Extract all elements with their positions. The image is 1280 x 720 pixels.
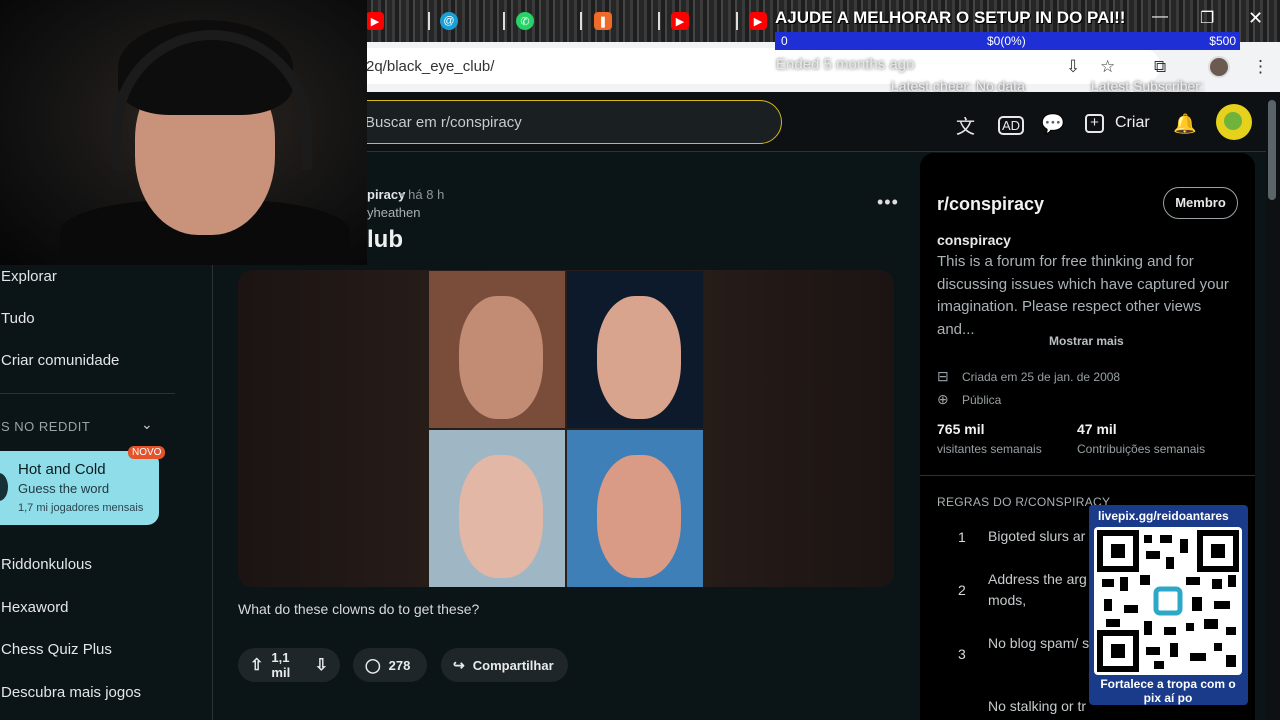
new-badge: NOVO	[128, 446, 166, 459]
sidebar-game-hexaword[interactable]: Hexaword	[1, 599, 69, 616]
vote-count: 1,1 mil	[271, 650, 291, 680]
vote-bar: ⇧ 1,1 mil ⇩	[238, 648, 340, 682]
sidebar-game-riddonkulous[interactable]: Riddonkulous	[1, 556, 92, 573]
bookmark-star-icon[interactable]: ☆	[1100, 57, 1115, 77]
extensions-icon[interactable]: ⧉	[1154, 57, 1166, 77]
tab-separator	[503, 12, 505, 30]
weekly-contributions: 47 mil	[1077, 421, 1117, 437]
sidebar-discover-games[interactable]: Descubra mais jogos	[1, 684, 141, 701]
created-date: Criada em 25 de jan. de 2008	[962, 370, 1121, 384]
featured-game-players: 1,7 mi jogadores mensais	[18, 502, 144, 514]
overlay-title: AJUDE A MELHORAR O SETUP IN DO PAI!!	[775, 8, 1126, 27]
face-shape	[458, 455, 544, 578]
rule-number: 2	[958, 582, 966, 598]
youtube-icon[interactable]: ▶	[366, 12, 384, 30]
overlay-latest-cheer: Latest cheer: No data	[891, 78, 1025, 94]
visibility: Pública	[962, 393, 1002, 407]
tab-separator	[658, 12, 660, 30]
user-avatar[interactable]	[1216, 104, 1252, 140]
comment-count: 278	[388, 657, 411, 673]
search-placeholder: Buscar em r/conspiracy	[365, 114, 522, 131]
overlay-latest-subscriber: Latest Subscriber:	[1091, 78, 1204, 94]
translate-icon[interactable]: 文	[956, 112, 975, 139]
chat-icon[interactable]: 💬	[1041, 112, 1065, 136]
maximize-icon[interactable]: ❐	[1200, 8, 1214, 28]
browser-profile-avatar[interactable]	[1208, 56, 1230, 78]
whatsapp-icon[interactable]: ✆	[516, 12, 534, 30]
comment-icon: ◯	[365, 656, 381, 673]
browser-menu-icon[interactable]: ⋮	[1252, 57, 1269, 77]
post-body: What do these clowns do to get these?	[238, 601, 480, 617]
minimize-icon[interactable]: —	[1152, 8, 1168, 26]
url-text: 2q/black_eye_club/	[366, 58, 495, 75]
member-button[interactable]: Membro	[1163, 187, 1238, 219]
tab-separator	[580, 12, 582, 30]
tab-separator	[736, 12, 738, 30]
more-options-icon[interactable]: •••	[877, 192, 899, 213]
share-icon: ↪	[453, 656, 465, 673]
sidebar-item-tudo[interactable]: Tudo	[1, 310, 35, 327]
tab-separator	[428, 12, 430, 30]
weekly-visitors-label: visitantes semanais	[937, 442, 1042, 456]
goal-progress-bar: 0 $0(0%) $500	[775, 32, 1240, 50]
sidebar-game-chess-quiz-plus[interactable]: Chess Quiz Plus	[1, 641, 112, 658]
featured-game-title: Hot and Cold	[18, 461, 106, 478]
at-icon[interactable]: @	[440, 12, 458, 30]
sidebar-divider	[0, 393, 175, 394]
rule-number: 1	[958, 529, 966, 545]
image-tile	[429, 430, 565, 587]
comments-button[interactable]: ◯ 278	[353, 648, 427, 682]
create-button[interactable]: Criar	[1115, 114, 1150, 132]
post-author[interactable]: yheathen	[367, 205, 421, 220]
featured-game-subtitle: Guess the word	[18, 481, 110, 496]
overlay-ended: Ended 5 months ago	[776, 56, 915, 73]
sidebar-item-criar-comunidade[interactable]: Criar comunidade	[1, 352, 119, 369]
cake-icon: ⊟	[937, 368, 949, 384]
community-title: r/conspiracy	[937, 194, 1045, 214]
upvote-icon[interactable]: ⇧	[250, 655, 263, 675]
qr-caption: Fortalece a tropa com o pix aí po	[1100, 677, 1236, 705]
share-label: Compartilhar	[472, 657, 554, 673]
globe-icon: ⊕	[937, 391, 949, 407]
sidebar-divider	[920, 475, 1255, 476]
youtube-icon[interactable]: ▶	[749, 12, 767, 30]
ad-icon[interactable]: AD	[998, 116, 1025, 135]
show-more-button[interactable]: Mostrar mais	[1049, 334, 1124, 348]
bell-icon[interactable]: 🔔	[1173, 112, 1197, 136]
community-name: conspiracy	[937, 232, 1011, 248]
games-section-header[interactable]: S NO REDDIT	[1, 419, 90, 434]
downvote-icon[interactable]: ⇩	[315, 655, 328, 675]
install-app-icon[interactable]: ⇩	[1066, 57, 1080, 77]
plus-icon[interactable]: +	[1085, 114, 1104, 133]
image-tile	[567, 430, 703, 587]
rule-number: 3	[958, 646, 966, 662]
sidebar-item-explorar[interactable]: Explorar	[1, 268, 57, 285]
share-button[interactable]: ↪ Compartilhar	[441, 648, 568, 682]
bookmark-icon[interactable]: ❚	[594, 12, 612, 30]
scrollbar-thumb[interactable]	[1268, 100, 1276, 200]
rules-title: REGRAS DO R/CONSPIRACY	[937, 495, 1111, 509]
goal-target: $500	[1209, 34, 1236, 48]
youtube-icon[interactable]: ▶	[671, 12, 689, 30]
post-image[interactable]	[238, 270, 894, 587]
webcam-feed	[0, 0, 367, 265]
community-description: This is a forum for free thinking and fo…	[937, 253, 1229, 338]
image-tile	[429, 271, 565, 428]
goal-current: $0(0%)	[987, 34, 1026, 48]
goal-start: 0	[781, 34, 788, 48]
close-icon[interactable]: ✕	[1248, 8, 1263, 29]
qr-url: livepix.gg/reidoantares	[1098, 509, 1229, 523]
url-field[interactable]: 2q/black_eye_club/	[300, 48, 1160, 84]
weekly-contributions-label: Contribuições semanais	[1077, 442, 1206, 456]
face-shape	[458, 296, 544, 419]
image-tile	[567, 271, 703, 428]
post-title: lub	[367, 226, 403, 253]
chevron-down-icon[interactable]: ⌄	[141, 416, 153, 433]
face-shape	[596, 455, 682, 578]
face-shape	[596, 296, 682, 419]
qr-code	[1094, 527, 1242, 675]
qr-pattern	[1097, 530, 1239, 672]
weekly-visitors: 765 mil	[937, 421, 985, 437]
post-time: • há 8 h	[400, 187, 445, 202]
